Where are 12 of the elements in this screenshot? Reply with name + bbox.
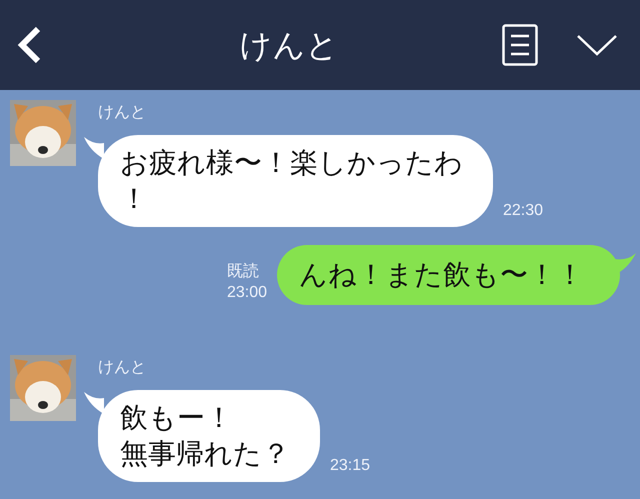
read-receipt: 既読 [226,262,259,282]
message-text: 飲もー！ 無事帰れた？ [120,401,290,471]
sender-name: けんと [98,358,147,378]
timestamp: 23:00 [226,283,267,303]
message-text: んね！また飲も〜！！ [299,258,584,292]
sender-name: けんと [98,103,147,123]
message-text: お疲れ様〜！楽しかったわ ！ [120,146,463,216]
timestamp: 22:30 [503,201,544,221]
chat-title: けんと [240,26,338,65]
menu-icon[interactable] [502,24,538,66]
timestamp: 23:15 [330,456,370,476]
chevron-down-icon[interactable] [576,33,618,57]
